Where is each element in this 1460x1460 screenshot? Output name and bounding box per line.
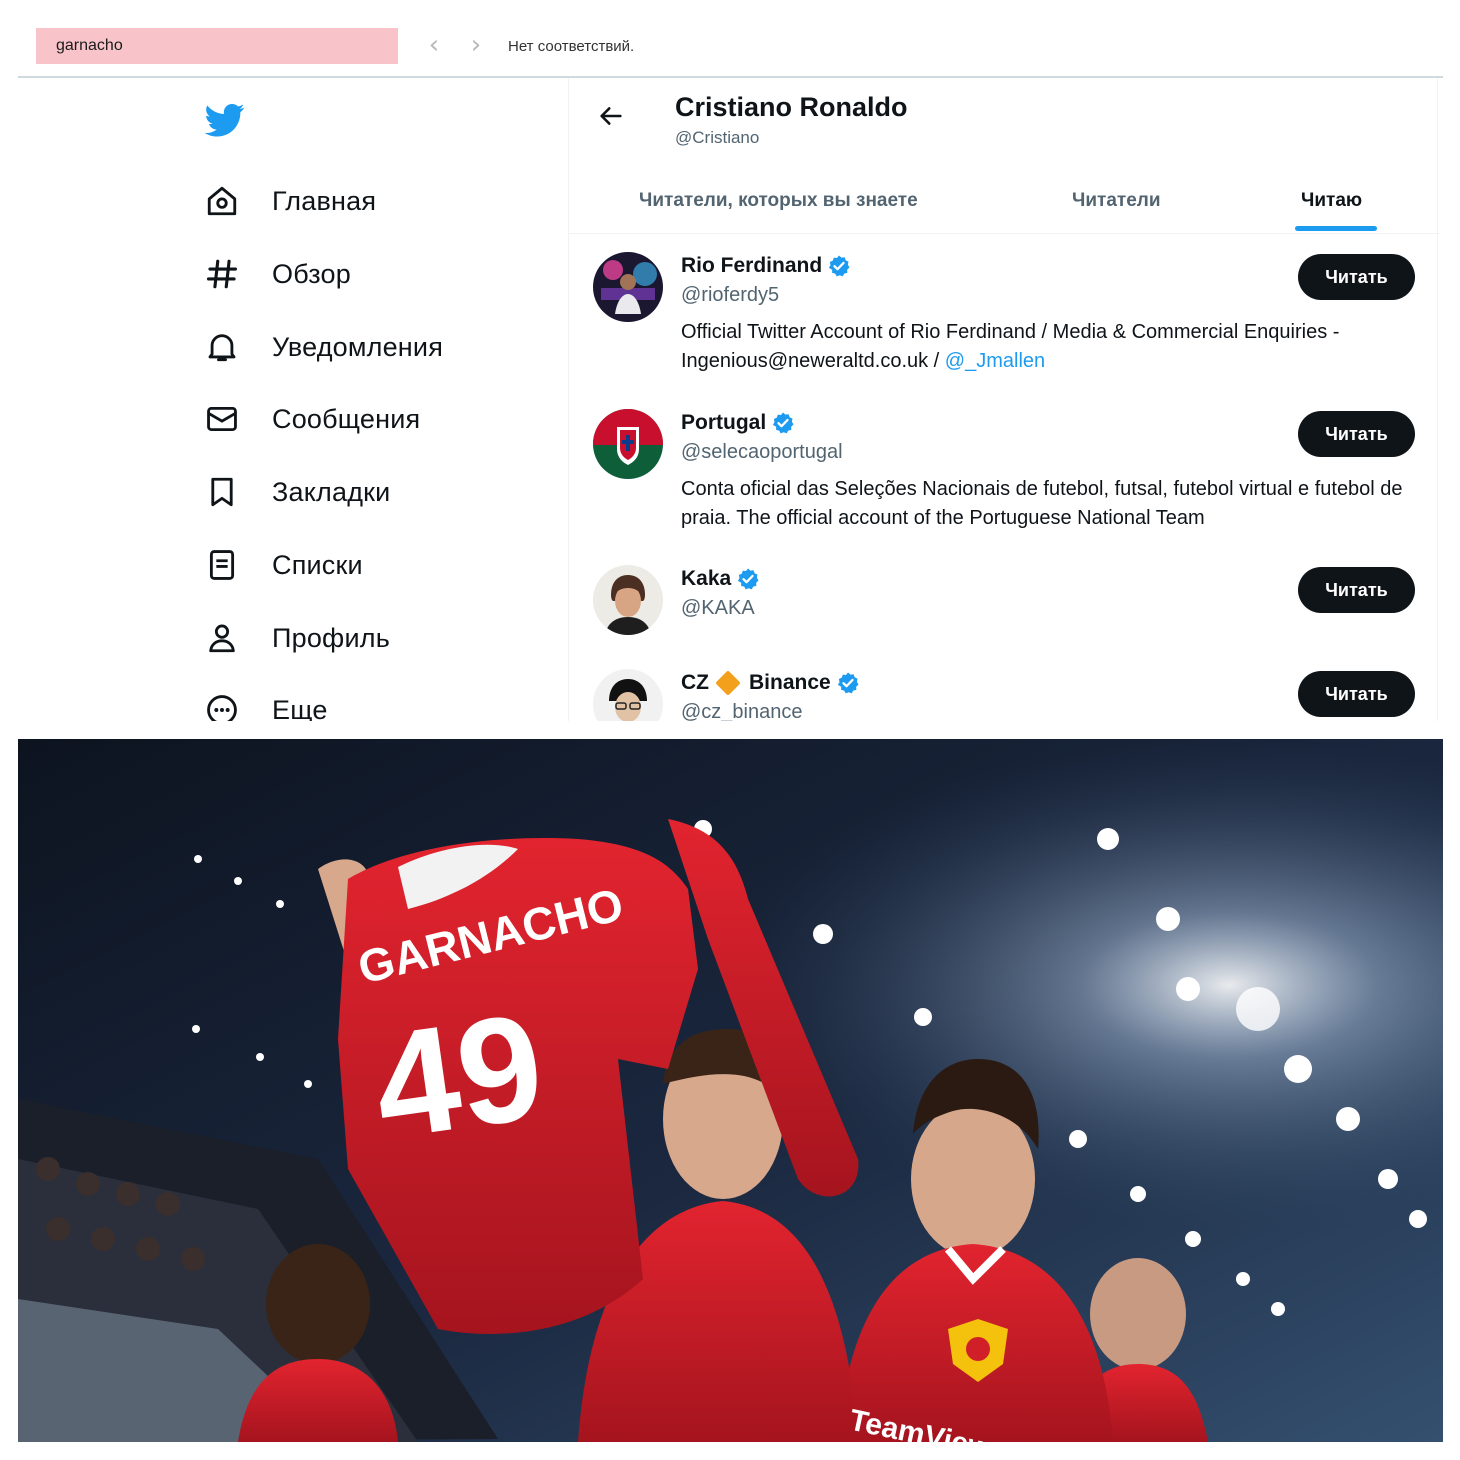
- sidebar-item-bookmarks[interactable]: Закладки: [202, 466, 542, 518]
- tab-following[interactable]: Читаю: [1301, 168, 1362, 234]
- user-handle: @selecaoportugal: [681, 441, 843, 463]
- list-icon: [202, 545, 242, 585]
- sidebar-item-label: Закладки: [272, 476, 391, 507]
- tab-bar: Читатели, которых вы знаете Читатели Чит…: [569, 168, 1439, 234]
- chevron-right-icon: ›: [470, 30, 482, 60]
- person-icon: [202, 618, 242, 658]
- user-name-row: Rio Ferdinand: [681, 254, 851, 278]
- user-cell[interactable]: CZ Binance @cz_binance Читать: [569, 669, 1439, 721]
- find-status: Нет соответствий.: [508, 38, 635, 55]
- sidebar-item-label: Профиль: [272, 622, 390, 653]
- verified-badge-icon: [837, 672, 859, 694]
- sidebar-item-home[interactable]: Главная: [202, 175, 542, 227]
- sidebar-item-label: Сообщения: [272, 403, 421, 434]
- active-tab-indicator: [1295, 226, 1377, 231]
- find-input[interactable]: [36, 28, 398, 64]
- user-bio: Conta oficial das Seleções Nacionais de …: [681, 478, 1403, 529]
- user-name: Kaka: [681, 567, 732, 590]
- follow-button[interactable]: Читать: [1298, 254, 1415, 300]
- sidebar-item-explore[interactable]: Обзор: [202, 248, 542, 300]
- home-icon: [202, 181, 242, 221]
- page-handle: @Cristiano: [675, 128, 760, 147]
- sidebar-item-label: Главная: [272, 185, 377, 216]
- twitter-window: Главная Обзор Уведомления Сообщения Закл…: [18, 78, 1443, 721]
- sidebar-item-label: Еще: [272, 694, 328, 722]
- verified-badge-icon: [829, 255, 850, 277]
- bell-icon: [202, 327, 242, 367]
- diamond-icon: [715, 670, 741, 696]
- sidebar-item-label: Обзор: [272, 258, 351, 289]
- user-bio: Official Twitter Account of Rio Ferdinan…: [681, 318, 1421, 376]
- sidebar-item-label: Списки: [272, 549, 363, 580]
- user-name: Portugal: [681, 411, 767, 434]
- user-handle: @cz_binance: [681, 701, 803, 721]
- tab-followers-you-know[interactable]: Читатели, которых вы знаете: [639, 168, 918, 234]
- jersey-number-text: 49: [364, 981, 553, 1171]
- sidebar-item-lists[interactable]: Списки: [202, 539, 542, 591]
- chevron-left-icon: ‹: [428, 30, 440, 60]
- following-column: Cristiano Ronaldo @Cristiano Читатели, к…: [568, 78, 1439, 721]
- find-previous-button[interactable]: ‹: [422, 32, 446, 60]
- sidebar-item-messages[interactable]: Сообщения: [202, 393, 542, 445]
- follow-button[interactable]: Читать: [1298, 671, 1415, 717]
- user-handle: @KAKA: [681, 597, 755, 619]
- find-bar: ‹ › Нет соответствий.: [18, 20, 1443, 76]
- avatar[interactable]: [593, 565, 663, 635]
- hashtag-icon: [202, 254, 242, 294]
- user-name-row: Portugal: [681, 411, 795, 435]
- sidebar-item-profile[interactable]: Профиль: [202, 612, 542, 664]
- verified-badge-icon: [773, 412, 794, 434]
- user-handle: @rioferdy5: [681, 284, 780, 306]
- user-name: Rio Ferdinand: [681, 254, 823, 277]
- user-name-part: CZ: [681, 671, 709, 694]
- back-button[interactable]: [593, 98, 629, 134]
- tab-followers[interactable]: Читатели: [1072, 168, 1161, 234]
- page-title: Cristiano Ronaldo: [675, 92, 908, 122]
- avatar[interactable]: [593, 669, 663, 721]
- sidebar-item-more[interactable]: Еще: [202, 684, 542, 721]
- find-next-button[interactable]: ›: [464, 32, 488, 60]
- celebration-photo: GARNACHO 49 TeamViewer: [18, 739, 1443, 1442]
- sidebar-item-label: Уведомления: [272, 331, 444, 362]
- envelope-icon: [202, 399, 242, 439]
- user-name-part: Binance: [749, 671, 831, 694]
- bookmark-icon: [202, 472, 242, 512]
- sidebar: Главная Обзор Уведомления Сообщения Закл…: [18, 78, 568, 721]
- twitter-logo-icon[interactable]: [204, 100, 246, 140]
- user-name-row: CZ Binance: [681, 670, 860, 696]
- avatar[interactable]: [593, 409, 663, 479]
- verified-badge-icon: [738, 568, 759, 590]
- user-cell[interactable]: Rio Ferdinand @rioferdy5 Official Twitte…: [569, 252, 1439, 402]
- mention-link[interactable]: @_Jmallen: [945, 350, 1045, 372]
- arrow-left-icon: [600, 107, 622, 125]
- avatar[interactable]: [593, 252, 663, 322]
- follow-button[interactable]: Читать: [1298, 411, 1415, 457]
- user-cell[interactable]: Portugal @selecaoportugal Conta oficial …: [569, 409, 1439, 559]
- more-circle-icon: [202, 690, 242, 721]
- user-cell[interactable]: Kaka @KAKA Читать: [569, 565, 1439, 655]
- user-name-row: Kaka: [681, 567, 760, 591]
- sidebar-item-notifications[interactable]: Уведомления: [202, 321, 542, 373]
- follow-button[interactable]: Читать: [1298, 567, 1415, 613]
